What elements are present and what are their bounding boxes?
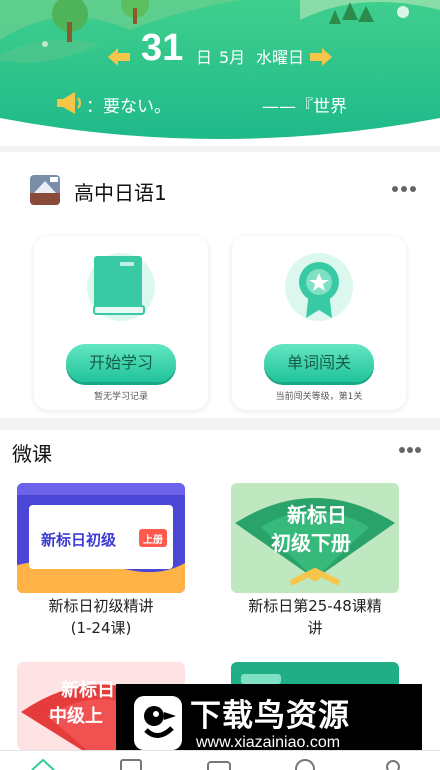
bird-logo-icon [134, 696, 182, 750]
date-day: 31 [141, 27, 184, 69]
course-name-2[interactable]: 新标日第25-48课精 讲 [230, 595, 400, 639]
watermark-title: 下载鸟资源 [190, 698, 350, 734]
course-cover-1-text: 新标日初级 [41, 531, 117, 549]
course-cover-1[interactable]: 新标日初级 上册 [17, 483, 185, 593]
course-name-1-line1: 新标日初级精讲 [48, 597, 154, 615]
date-month: 5月 [219, 48, 246, 67]
course-name-2-line2: 讲 [307, 619, 323, 637]
section-divider [0, 146, 440, 152]
course-tab-icon[interactable] [118, 757, 144, 770]
course-name-2-line1: 新标日第25-48课精 [248, 597, 382, 615]
arrow-left-icon[interactable] [108, 48, 130, 66]
start-study-card[interactable]: 开始学习 暂无学习记录 [34, 236, 208, 410]
word-challenge-card[interactable]: 单词闯关 当前闯关等级，第1关 [232, 236, 406, 410]
section-divider [0, 418, 440, 430]
header-background [0, 0, 440, 150]
course-cover-1-tag: 上册 [143, 535, 163, 546]
course-cover-2-sub: 初级下册 [271, 531, 351, 555]
more-dots-icon[interactable] [392, 186, 416, 194]
book-icon [87, 253, 155, 321]
home-tab-icon[interactable] [30, 757, 56, 770]
start-study-button[interactable]: 开始学习 [66, 344, 176, 382]
course-name-1-line2: (1-24课) [70, 619, 132, 637]
message-tab-icon[interactable] [206, 757, 232, 770]
course-thumbnail[interactable] [30, 175, 60, 205]
more-dots-icon[interactable] [399, 447, 423, 455]
course-cover-2[interactable]: 新标日 初级下册 [231, 483, 399, 593]
quote-text-left: ：要ない。 [86, 97, 171, 117]
date-header: 31 日 5月 水曜日 ：要ない。 ——『世界 [0, 0, 440, 150]
word-challenge-button[interactable]: 单词闯关 [264, 344, 374, 382]
course-title[interactable]: 高中日语1 [74, 177, 167, 206]
speaker-icon [57, 92, 81, 114]
course-cover-2-text: 新标日 [287, 503, 347, 527]
discover-tab-icon[interactable] [292, 757, 318, 770]
micro-course-title: 微课 [12, 442, 52, 466]
course-name-1[interactable]: 新标日初级精讲 (1-24课) [16, 595, 186, 639]
course-cover-3-sub: 中级上 [49, 706, 103, 727]
study-record-note: 暂无学习记录 [93, 392, 148, 402]
medal-icon [285, 253, 353, 321]
course-cover-3-text: 新标日 [61, 680, 115, 701]
profile-tab-icon[interactable] [380, 757, 406, 770]
date-day-unit: 日 [196, 48, 213, 67]
bottom-tab-bar [0, 750, 440, 770]
quote-text-right: ——『世界 [262, 97, 347, 117]
arrow-right-icon[interactable] [310, 48, 332, 66]
challenge-level-note: 当前闯关等级，第1关 [275, 392, 363, 402]
date-weekday: 水曜日 [256, 48, 305, 67]
